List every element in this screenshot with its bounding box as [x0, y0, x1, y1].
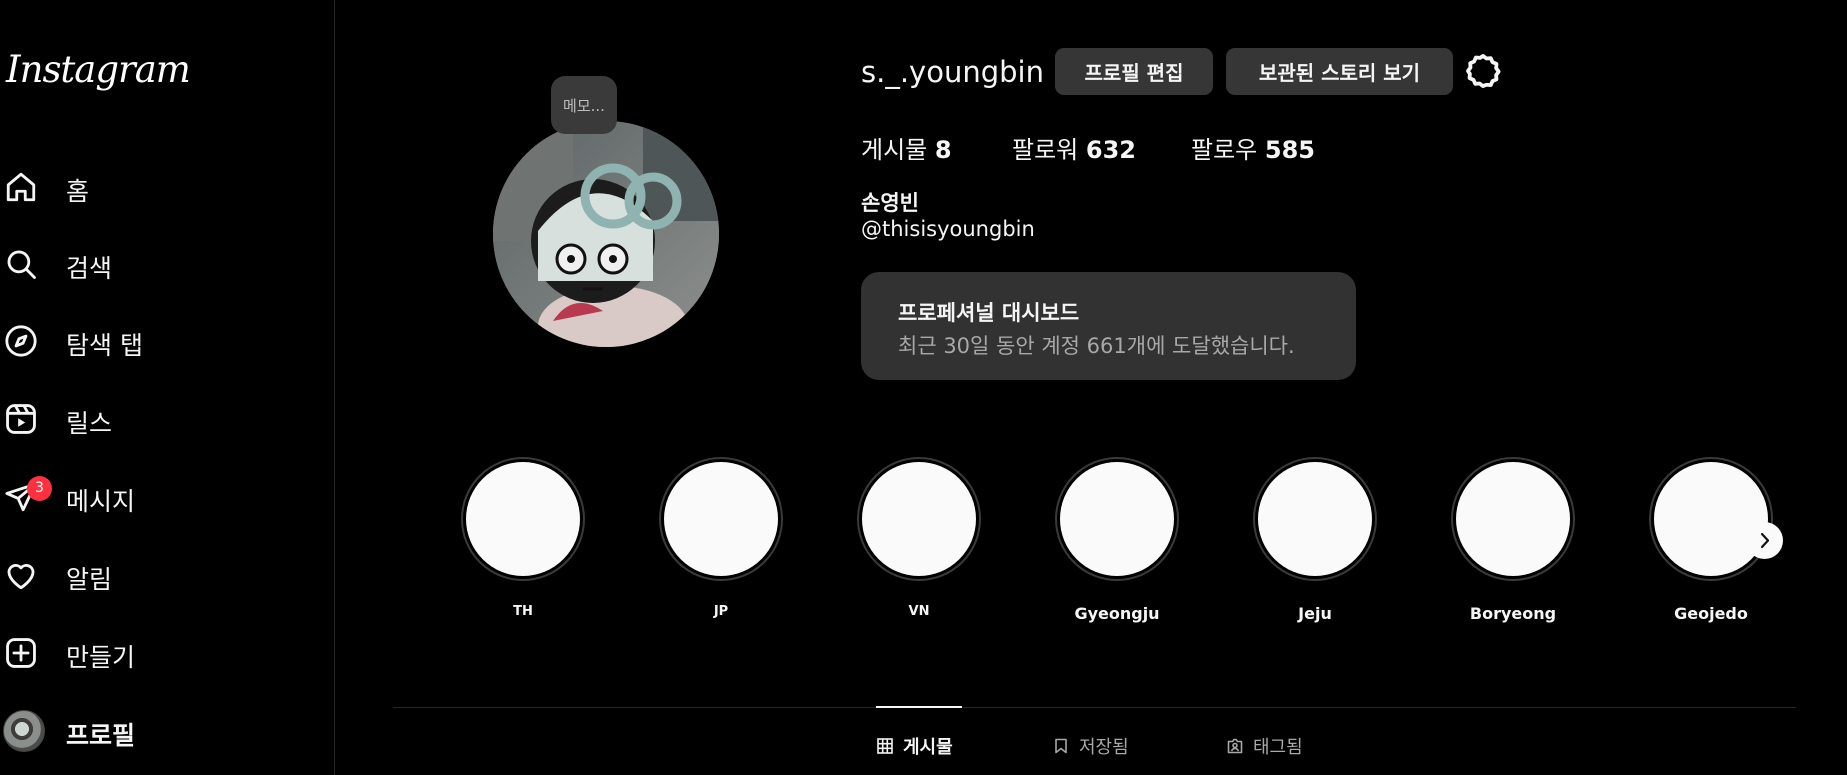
story-highlight[interactable]: Boryeong: [1448, 457, 1578, 623]
sidebar-item-label: 메시지: [66, 487, 136, 516]
sidebar-item-home[interactable]: 홈: [0, 158, 320, 214]
dashboard-title: 프로페셔널 대시보드: [898, 301, 1080, 325]
sidebar-item-label: 만들기: [66, 643, 136, 672]
highlight-ring: [461, 457, 585, 581]
sidebar-item-reels[interactable]: 릴스: [0, 390, 320, 446]
bookmark-icon: [1055, 738, 1067, 754]
highlight-ring: [1649, 457, 1773, 581]
sidebar: Instagram 홈 검색 탐색 탭 릴스 3 메시지 알림 만들기 프로필: [0, 0, 335, 775]
highlight-ring: [659, 457, 783, 581]
highlight-cover: [1258, 462, 1372, 576]
followers-count[interactable]: 팔로워 632: [1012, 130, 1136, 165]
followers-value: 632: [1085, 136, 1136, 164]
story-highlight[interactable]: Jeju: [1250, 457, 1380, 623]
posts-count: 게시물 8: [861, 130, 952, 165]
sidebar-item-label: 홈: [66, 177, 90, 206]
story-highlight[interactable]: VN: [854, 457, 984, 619]
highlight-ring: [1451, 457, 1575, 581]
following-label: 팔로우: [1191, 136, 1258, 164]
highlight-label: Boryeong: [1469, 604, 1557, 623]
home-icon: [6, 172, 36, 202]
sidebar-item-notifications[interactable]: 알림: [0, 546, 320, 602]
chevron-right-icon: [1760, 532, 1770, 549]
sidebar-item-explore[interactable]: 탐색 탭: [0, 312, 320, 368]
view-archive-button[interactable]: 보관된 스토리 보기: [1226, 48, 1453, 95]
heart-icon: [7, 564, 35, 590]
memo-bubble[interactable]: 메모...: [551, 76, 617, 134]
sidebar-item-label: 검색: [66, 254, 113, 283]
story-highlight[interactable]: TH: [458, 457, 588, 619]
tab-label: 게시물: [903, 737, 953, 758]
tabs-divider: [393, 707, 1796, 708]
following-count[interactable]: 팔로우 585: [1191, 130, 1315, 165]
search-icon: [7, 250, 36, 279]
profile-handle[interactable]: @thisisyoungbin: [861, 217, 1035, 241]
active-tab-indicator: [876, 706, 962, 708]
highlight-label: VN: [908, 604, 930, 619]
gear-icon[interactable]: [1464, 52, 1502, 90]
profile-full-name: 손영빈: [861, 191, 919, 215]
sidebar-item-search[interactable]: 검색: [0, 235, 320, 291]
tab-saved[interactable]: 저장됨: [1053, 733, 1129, 759]
tab-label: 저장됨: [1079, 737, 1129, 758]
avatar: [3, 710, 45, 752]
tab-posts[interactable]: 게시물: [877, 733, 953, 759]
sidebar-item-label: 프로필: [66, 721, 136, 750]
professional-dashboard-card[interactable]: 프로페셔널 대시보드 최근 30일 동안 계정 661개에 도달했습니다.: [861, 272, 1356, 380]
highlight-label: Geojedo: [1674, 604, 1748, 623]
highlight-label: Jeju: [1298, 604, 1332, 623]
highlight-cover: [466, 462, 580, 576]
sidebar-item-label: 알림: [66, 565, 113, 594]
highlight-label: Gyeongju: [1074, 604, 1160, 623]
highlight-cover: [664, 462, 778, 576]
sidebar-item-create[interactable]: 만들기: [0, 624, 320, 680]
story-highlight[interactable]: JP: [656, 457, 786, 619]
sidebar-item-messages[interactable]: 3 메시지: [0, 468, 320, 524]
highlight-label: JP: [713, 604, 729, 619]
profile-character-image: [493, 121, 719, 347]
highlight-ring: [857, 457, 981, 581]
reels-icon: [6, 404, 36, 434]
following-value: 585: [1264, 136, 1315, 164]
compass-icon: [5, 325, 37, 357]
tab-label: 태그됨: [1253, 737, 1303, 758]
highlight-cover: [1456, 462, 1570, 576]
instagram-logo[interactable]: Instagram: [6, 48, 191, 91]
tab-tagged[interactable]: 태그됨: [1227, 733, 1303, 759]
highlight-ring: [1055, 457, 1179, 581]
sidebar-item-label: 릴스: [66, 409, 113, 438]
posts-value: 8: [934, 136, 952, 164]
notification-badge: 3: [27, 476, 52, 501]
profile-username: s._.youngbin: [861, 55, 1044, 89]
edit-profile-button[interactable]: 프로필 편집: [1055, 48, 1213, 95]
sidebar-item-profile[interactable]: 프로필: [0, 702, 320, 758]
profile-picture[interactable]: [493, 121, 719, 347]
grid-icon: [877, 738, 893, 754]
posts-label: 게시물: [861, 136, 928, 164]
highlight-cover: [862, 462, 976, 576]
sidebar-item-label: 탐색 탭: [66, 331, 143, 360]
highlight-ring: [1253, 457, 1377, 581]
tag-person-icon: [1227, 738, 1243, 754]
plus-square-icon: [6, 638, 36, 668]
followers-label: 팔로워: [1012, 136, 1079, 164]
highlight-cover: [1060, 462, 1174, 576]
story-highlight[interactable]: Gyeongju: [1052, 457, 1182, 623]
highlight-label: TH: [513, 604, 533, 619]
dashboard-subtitle: 최근 30일 동안 계정 661개에 도달했습니다.: [898, 334, 1295, 358]
highlights-next-button[interactable]: [1746, 522, 1783, 559]
